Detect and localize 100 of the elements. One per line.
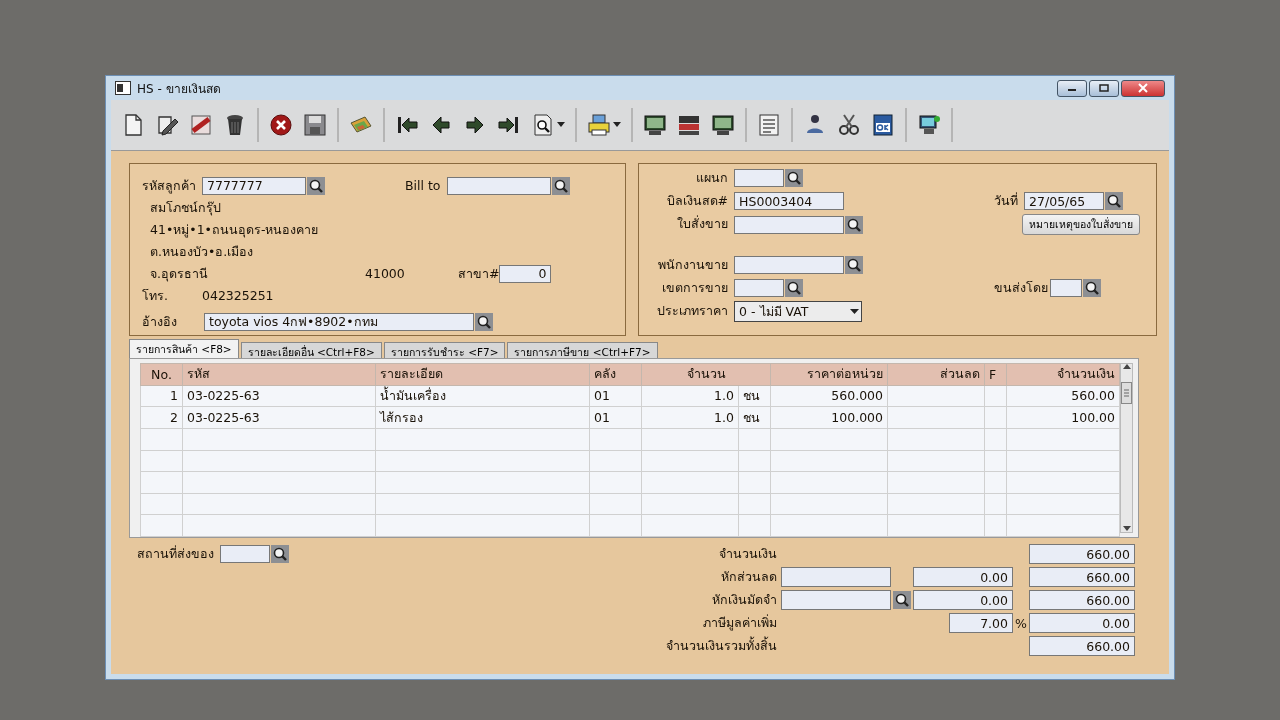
column-header: รหัส (182, 363, 376, 386)
field-label: ประเภทราคา (657, 302, 729, 320)
salesperson-field[interactable] (734, 256, 845, 274)
scroll-thumb[interactable] (1121, 382, 1132, 404)
search-icon[interactable] (845, 215, 864, 234)
customer-name: สมโภชน์กรุ๊ป (150, 198, 221, 218)
field-label: เขตการขาย (662, 279, 729, 297)
table-cell: ไส้กรอง (375, 406, 590, 429)
field-label: พนักงานขาย (658, 256, 729, 274)
tab[interactable]: รายละเอียดอื่น <Ctrl+F8> (240, 342, 382, 358)
field-label: สถานที่ส่งของ (137, 544, 214, 563)
tab[interactable]: รายการภาษีขาย <Ctrl+F7> (507, 342, 658, 358)
order-note-button[interactable]: หมายเหตุของใบสั่งขาย (1022, 214, 1141, 235)
shipping-field[interactable] (1050, 279, 1083, 297)
cancel-icon (269, 113, 293, 137)
tab[interactable]: รายการสินค้า <F8> (129, 339, 239, 358)
field-label: ขนส่งโดย (994, 279, 1049, 297)
monitor-icon (711, 113, 735, 137)
price-type-select[interactable]: 0 - ไม่มี VAT (734, 301, 863, 322)
amount-field[interactable]: 660.00 (1029, 544, 1135, 564)
search-icon[interactable] (1105, 192, 1124, 210)
maximize-button[interactable] (1089, 79, 1119, 97)
caret-icon (613, 122, 621, 128)
field-label: โทร. (142, 287, 168, 303)
printer-button[interactable] (585, 111, 623, 139)
date-field[interactable]: 27/05/65 (1024, 192, 1105, 210)
field-label: ใบสั่งขาย (677, 214, 729, 233)
reference-field[interactable]: toyota vios 4กฟ•8902•กทม (204, 312, 474, 331)
total-label: หักเงินมัดจำ (712, 591, 777, 609)
column-header: รายละเอียด (375, 363, 590, 386)
search-icon[interactable] (785, 169, 804, 187)
amount-field[interactable]: 660.00 (1029, 567, 1135, 587)
magnifier-document-icon (531, 113, 555, 137)
search-icon[interactable] (475, 312, 493, 331)
bill-to-field[interactable] (446, 176, 551, 195)
search-icon[interactable] (893, 591, 911, 609)
province-text: จ.อุดรธานี (150, 265, 208, 281)
column-header: No. (140, 363, 183, 386)
maximize-icon (1099, 84, 1109, 92)
column-header: F (984, 363, 1007, 386)
deposit-amount-field[interactable]: 0.00 (913, 590, 1013, 610)
search-icon[interactable] (785, 279, 804, 297)
search-icon[interactable] (845, 256, 864, 274)
tab[interactable]: รายการรับชำระ <F7> (383, 342, 506, 358)
delivery-place-field[interactable] (220, 544, 270, 563)
postcode-text: 41000 (365, 266, 405, 281)
department-field[interactable] (734, 169, 785, 187)
customer-code-field[interactable]: 7777777 (202, 176, 306, 195)
bill-number-field[interactable]: HS0003404 (734, 192, 845, 210)
field-label: วันที่ (994, 191, 1019, 210)
window-icon (115, 81, 131, 95)
table-cell: 03-0225-63 (182, 406, 376, 429)
close-icon (1137, 83, 1149, 93)
vat-rate-field[interactable]: 7.00 (949, 613, 1013, 633)
field-label: Bill to (405, 178, 441, 193)
table-cell: 2 (140, 406, 183, 429)
search-icon[interactable] (307, 176, 325, 195)
close-button[interactable] (1121, 79, 1165, 97)
list-document-icon (757, 113, 781, 137)
column-header: ราคาต่อหน่วย (770, 363, 888, 386)
column-header: จำนวน (641, 363, 771, 386)
branch-field[interactable]: 0 (499, 264, 552, 283)
table-cell: 1 (140, 385, 183, 407)
amount-field[interactable]: 660.00 (1029, 636, 1135, 656)
field-label: บิลเงินสด# (666, 192, 729, 210)
discount-amount-field[interactable]: 0.00 (913, 567, 1013, 587)
column-header: ส่วนลด (887, 363, 985, 386)
discount-field[interactable] (781, 567, 891, 587)
table-cell: น้ำมันเครื่อง (375, 385, 590, 407)
amount-field[interactable]: 660.00 (1029, 590, 1135, 610)
percent-sign: % (1015, 615, 1027, 631)
caret-icon (557, 122, 565, 128)
floppy-disk-button[interactable] (301, 111, 329, 139)
computer-icon (917, 113, 941, 137)
field-label: สาขา# (458, 264, 500, 283)
field-label: รหัสลูกค้า (142, 176, 196, 196)
search-icon[interactable] (271, 544, 289, 563)
sales-order-field[interactable] (734, 215, 845, 234)
sales-area-field[interactable] (734, 279, 785, 297)
field-label: อ้างอิง (142, 313, 177, 329)
search-icon[interactable] (551, 176, 570, 195)
minimize-button[interactable] (1057, 79, 1087, 97)
total-label: ภาษีมูลค่าเพิ่ม (703, 613, 777, 633)
scrollbar[interactable] (1120, 363, 1133, 533)
scroll-down-icon[interactable] (1122, 526, 1131, 532)
caret-icon (850, 308, 860, 315)
search-icon[interactable] (1083, 279, 1102, 297)
pencil-document-icon (155, 113, 179, 137)
deposit-field[interactable] (781, 590, 891, 610)
monitor-icon (643, 113, 667, 137)
scroll-up-icon[interactable] (1122, 364, 1131, 370)
field-label: แผนก (696, 169, 729, 187)
stamp-icon (189, 113, 213, 137)
cash-register-icon (677, 113, 701, 137)
phone-number: 042325251 (202, 288, 274, 303)
amount-field[interactable]: 0.00 (1029, 613, 1135, 633)
total-label: จำนวนเงินรวมทั้งสิ้น (666, 636, 777, 655)
cancel-button[interactable] (267, 111, 295, 139)
column-header: คลัง (589, 363, 642, 386)
printer-icon (587, 113, 611, 137)
